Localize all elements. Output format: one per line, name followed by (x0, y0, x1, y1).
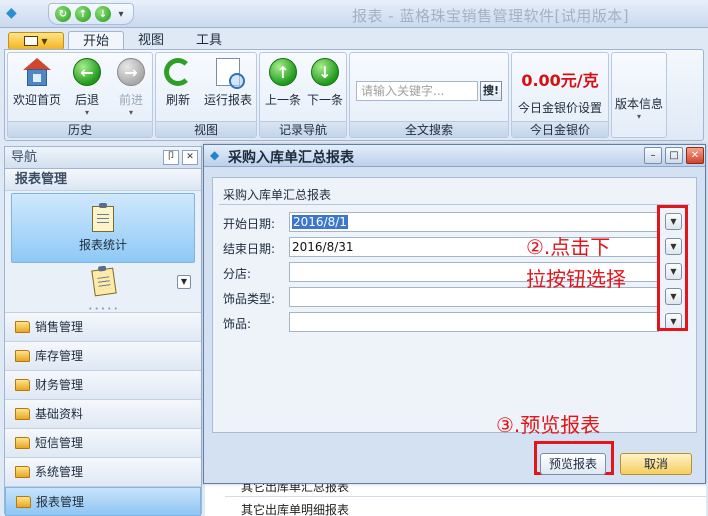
up-arrow-icon: ↑ (269, 58, 297, 86)
ribbon-tabs: ▼ 开始 视图 工具 (0, 28, 708, 51)
home-icon (23, 58, 51, 86)
group-history: 欢迎首页 ← 后退 ▾ → 前进 ▾ 历史 (7, 52, 153, 138)
home-button[interactable]: 欢迎首页 (10, 57, 64, 115)
prev-record-button[interactable]: ↑ 上一条 (262, 57, 304, 115)
folder-icon (15, 408, 30, 420)
group-label-gold: 今日金银价 (512, 121, 608, 137)
app-menu-icon (24, 36, 39, 46)
purchase-summary-dialog: ◆ 采购入库单汇总报表 – □ ✕ 采购入库单汇总报表 开始日期: 2016/8… (203, 144, 706, 484)
group-label-history: 历史 (8, 121, 152, 137)
chevron-down-icon: ▾ (84, 108, 89, 117)
quick-access-toolbar: ↻ ↑ ↓ ▾ (48, 3, 134, 25)
group-record-nav: ↑ 上一条 ↓ 下一条 记录导航 (259, 52, 347, 138)
clipboard-icon (92, 203, 114, 232)
nav-item-sms[interactable]: 短信管理 (5, 429, 201, 458)
tab-start[interactable]: 开始 (68, 31, 125, 51)
navigation-pane: 导航 卩 ✕ 报表管理 报表统计 ▼ • • • • • 销售管理 库存管理 财… (4, 146, 202, 516)
end-date-row: 结束日期: 2016/8/31 ▼ (223, 237, 691, 257)
folder-icon (15, 321, 30, 333)
dialog-title-bar: ◆ 采购入库单汇总报表 – □ ✕ (204, 145, 705, 167)
forward-arrow-icon: → (117, 58, 145, 86)
close-icon[interactable]: ✕ (686, 147, 704, 164)
maximize-icon[interactable]: □ (665, 147, 683, 164)
gold-price-setting-button[interactable]: 今日金银价设置 (512, 99, 608, 116)
dialog-title: 采购入库单汇总报表 (228, 150, 354, 166)
ribbon: 欢迎首页 ← 后退 ▾ → 前进 ▾ 历史 刷新 运行报表 视图 ↑ 上一条 ↓… (4, 49, 704, 141)
nav-header: 导航 卩 ✕ (5, 147, 201, 169)
app-diamond-icon[interactable]: ◆ (6, 5, 24, 21)
tab-view[interactable]: 视图 (124, 31, 178, 51)
report-tile-2[interactable]: ▼ (11, 267, 195, 301)
back-arrow-icon: ← (73, 58, 101, 86)
tab-tools[interactable]: 工具 (182, 31, 236, 51)
chevron-down-icon[interactable]: ▼ (177, 275, 191, 289)
refresh-quick-icon[interactable]: ↻ (55, 6, 71, 22)
nav-item-reports[interactable]: 报表管理 (5, 487, 201, 516)
down-quick-icon[interactable]: ↓ (95, 6, 111, 22)
group-version: 版本信息 ▾ (611, 52, 667, 138)
group-fulltext-search: 请输入关键字... 搜! 全文搜索 (349, 52, 509, 138)
annotation-step2-line1: ②.点击下 (526, 235, 611, 259)
app-menu-button[interactable]: ▼ (8, 32, 64, 50)
back-button[interactable]: ← 后退 ▾ (66, 57, 108, 117)
dialog-form-panel: 采购入库单汇总报表 开始日期: 2016/8/1 ▼ 结束日期: 2016/8/… (212, 177, 697, 433)
nav-item-finance[interactable]: 财务管理 (5, 371, 201, 400)
close-icon[interactable]: ✕ (182, 150, 198, 165)
report-stats-tile[interactable]: 报表统计 (11, 193, 195, 263)
nav-section-title: 报表管理 (5, 169, 201, 191)
folder-icon (15, 379, 30, 391)
qat-customize-icon[interactable]: ▾ (115, 6, 127, 22)
chevron-down-icon: ▼ (41, 36, 48, 46)
window-title: 报表 - 蓝格珠宝销售管理软件[试用版本] (352, 7, 630, 25)
folder-icon (15, 437, 30, 449)
pin-icon[interactable]: 卩 (163, 150, 179, 165)
forward-button[interactable]: → 前进 ▾ (110, 57, 152, 117)
run-report-button[interactable]: 运行报表 (200, 57, 256, 115)
chevron-down-icon: ▾ (636, 112, 641, 121)
annotation-step3: ③.预览报表 (496, 413, 601, 437)
search-button[interactable]: 搜! (480, 81, 502, 101)
nav-item-inventory[interactable]: 库存管理 (5, 342, 201, 371)
nav-item-sales[interactable]: 销售管理 (5, 313, 201, 342)
folder-icon (15, 350, 30, 362)
next-record-button[interactable]: ↓ 下一条 (304, 57, 346, 115)
gold-price-value: 0.00元/克 (521, 71, 599, 90)
run-report-icon (216, 58, 245, 89)
down-arrow-icon: ↓ (311, 58, 339, 86)
start-date-field[interactable]: 2016/8/1 (289, 212, 659, 232)
chevron-down-icon: ▾ (128, 108, 133, 117)
group-view: 刷新 运行报表 视图 (155, 52, 257, 138)
form-group-caption: 采购入库单汇总报表 (223, 188, 332, 202)
nav-item-system[interactable]: 系统管理 (5, 458, 201, 487)
list-item[interactable]: 其它出库单明细报表 (241, 501, 349, 516)
annotation-step2-line2: 拉按钮选择 (526, 267, 626, 291)
folder-icon (16, 496, 31, 508)
jewelry-field[interactable] (289, 312, 659, 332)
group-label-view: 视图 (156, 121, 256, 137)
nav-item-basic-data[interactable]: 基础资料 (5, 400, 201, 429)
title-bar: ◆ ↻ ↑ ↓ ▾ 报表 - 蓝格珠宝销售管理软件[试用版本] (0, 0, 708, 28)
preview-report-button[interactable]: 预览报表 (540, 453, 606, 475)
diamond-icon: ◆ (210, 148, 220, 162)
group-label-fulltext: 全文搜索 (350, 121, 508, 137)
clipboard-edit-icon (91, 267, 117, 297)
group-label-record-nav: 记录导航 (260, 121, 346, 137)
folder-icon (15, 466, 30, 478)
start-date-row: 开始日期: 2016/8/1 ▼ (223, 212, 691, 232)
search-input[interactable]: 请输入关键字... (356, 81, 478, 101)
refresh-icon (164, 58, 192, 86)
group-gold-price: 0.00元/克 今日金银价设置 今日金银价 (511, 52, 609, 138)
annotation-dropdown-highlight (657, 205, 688, 331)
nav-title: 导航 (11, 150, 38, 165)
refresh-button[interactable]: 刷新 (158, 57, 198, 115)
up-quick-icon[interactable]: ↑ (75, 6, 91, 22)
minimize-icon[interactable]: – (644, 147, 662, 164)
jewelry-row: 饰品: ▼ (223, 312, 691, 332)
cancel-button[interactable]: 取消 (620, 453, 692, 475)
